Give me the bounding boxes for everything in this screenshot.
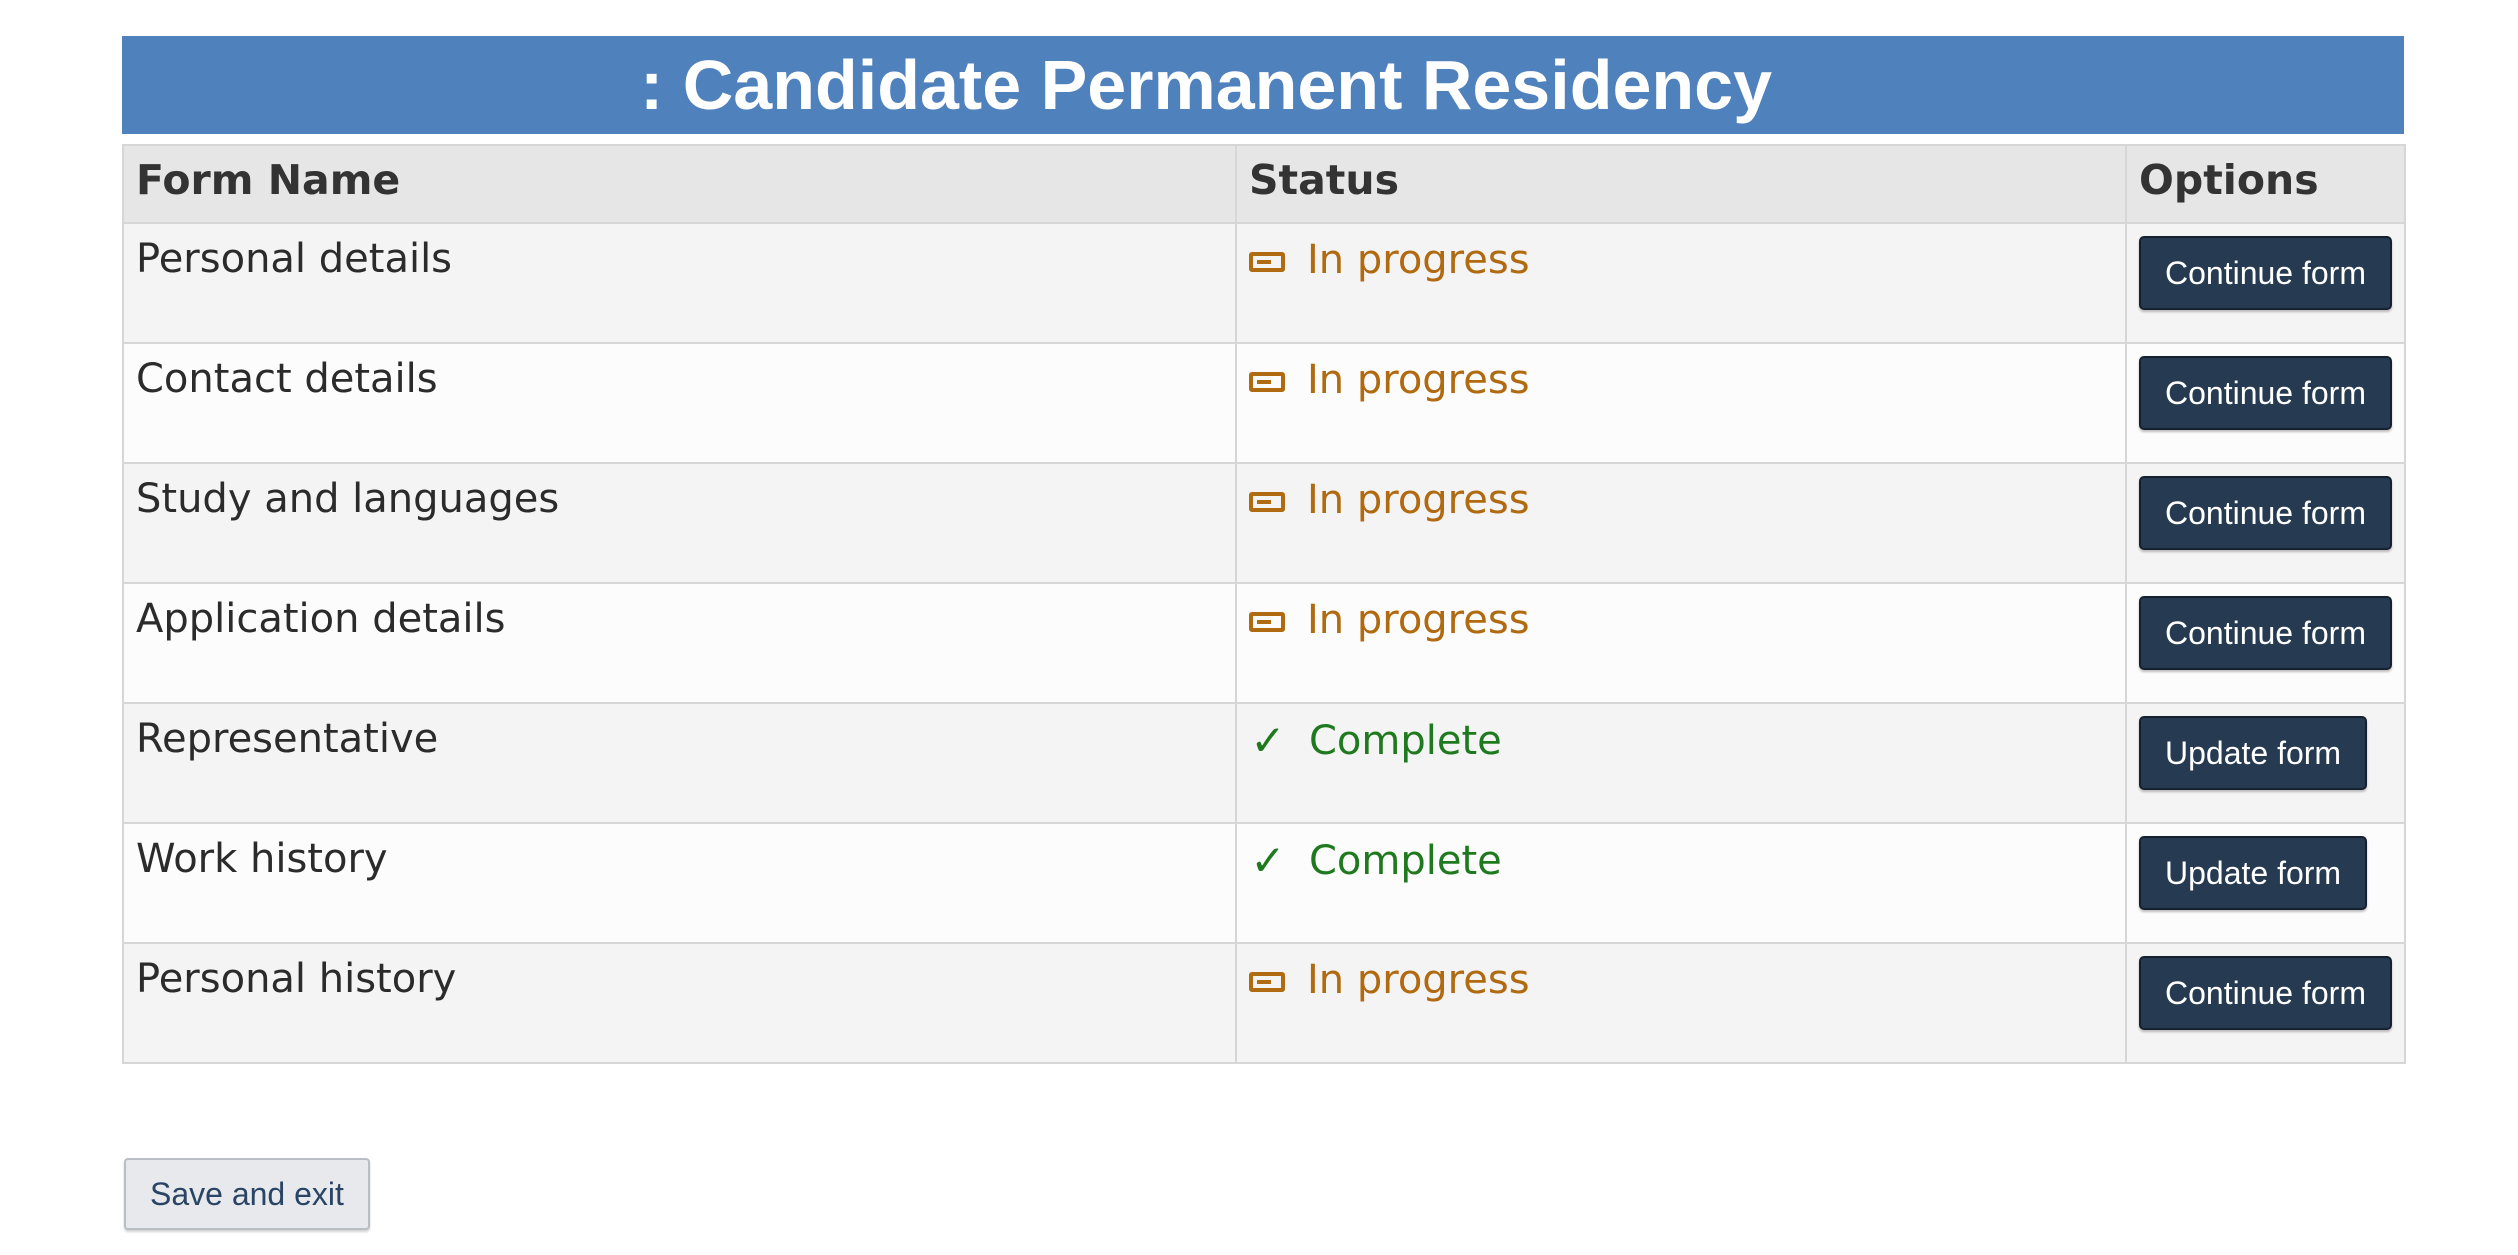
status-badge: In progress <box>1249 357 1530 403</box>
header-form-name: Form Name <box>122 144 1237 224</box>
status-badge: In progress <box>1249 237 1530 283</box>
status-badge: In progress <box>1249 477 1530 523</box>
status-label: In progress <box>1307 477 1530 523</box>
status-cell: In progress <box>1235 222 2127 344</box>
status-label: Complete <box>1309 837 1502 884</box>
table-row: Contact details In progress Continue for… <box>122 342 2406 464</box>
table-row: Representative ✓ Complete Update form <box>122 702 2406 824</box>
status-badge: In progress <box>1249 597 1530 643</box>
status-cell: In progress <box>1235 942 2127 1064</box>
options-cell: Continue form <box>2125 222 2406 344</box>
options-cell: Continue form <box>2125 462 2406 584</box>
status-badge: ✓ Complete <box>1249 716 1502 765</box>
page-title: : Candidate Permanent Residency <box>122 36 2404 134</box>
progress-icon <box>1249 972 1285 992</box>
continue-form-button[interactable]: Continue form <box>2139 236 2392 310</box>
check-icon: ✓ <box>1250 716 1286 765</box>
status-cell: ✓ Complete <box>1235 822 2127 944</box>
progress-icon <box>1249 372 1285 392</box>
continue-form-button[interactable]: Continue form <box>2139 356 2392 430</box>
progress-icon <box>1249 252 1285 272</box>
continue-form-button[interactable]: Continue form <box>2139 476 2392 550</box>
status-badge: ✓ Complete <box>1249 836 1502 885</box>
header-options: Options <box>2125 144 2406 224</box>
update-form-button[interactable]: Update form <box>2139 836 2368 910</box>
options-cell: Update form <box>2125 702 2406 824</box>
table-row: Personal history In progress Continue fo… <box>122 942 2406 1064</box>
form-name-cell: Representative <box>122 702 1237 824</box>
status-cell: In progress <box>1235 342 2127 464</box>
status-cell: In progress <box>1235 582 2127 704</box>
status-label: In progress <box>1307 357 1530 403</box>
update-form-button[interactable]: Update form <box>2139 716 2368 790</box>
status-cell: In progress <box>1235 462 2127 584</box>
form-name-cell: Work history <box>122 822 1237 944</box>
save-and-exit-button[interactable]: Save and exit <box>124 1158 370 1230</box>
status-badge: In progress <box>1249 957 1530 1003</box>
status-label: In progress <box>1307 597 1530 643</box>
table-header-row: Form Name Status Options <box>122 144 2406 224</box>
options-cell: Continue form <box>2125 342 2406 464</box>
options-cell: Continue form <box>2125 942 2406 1064</box>
progress-icon <box>1249 492 1285 512</box>
header-status: Status <box>1235 144 2127 224</box>
table-row: Application details In progress Continue… <box>122 582 2406 704</box>
table-row: Study and languages In progress Continue… <box>122 462 2406 584</box>
check-icon: ✓ <box>1250 836 1286 885</box>
progress-icon <box>1249 612 1285 632</box>
table-row: Personal details In progress Continue fo… <box>122 222 2406 344</box>
table-row: Work history ✓ Complete Update form <box>122 822 2406 944</box>
form-name-cell: Personal history <box>122 942 1237 1064</box>
continue-form-button[interactable]: Continue form <box>2139 596 2392 670</box>
forms-panel: : Candidate Permanent Residency Form Nam… <box>122 36 2406 1064</box>
forms-table: Form Name Status Options Personal detail… <box>122 144 2406 1064</box>
options-cell: Continue form <box>2125 582 2406 704</box>
form-name-cell: Contact details <box>122 342 1237 464</box>
status-label: Complete <box>1309 717 1502 764</box>
status-label: In progress <box>1307 957 1530 1003</box>
status-cell: ✓ Complete <box>1235 702 2127 824</box>
form-name-cell: Study and languages <box>122 462 1237 584</box>
options-cell: Update form <box>2125 822 2406 944</box>
form-name-cell: Application details <box>122 582 1237 704</box>
continue-form-button[interactable]: Continue form <box>2139 956 2392 1030</box>
form-name-cell: Personal details <box>122 222 1237 344</box>
status-label: In progress <box>1307 237 1530 283</box>
